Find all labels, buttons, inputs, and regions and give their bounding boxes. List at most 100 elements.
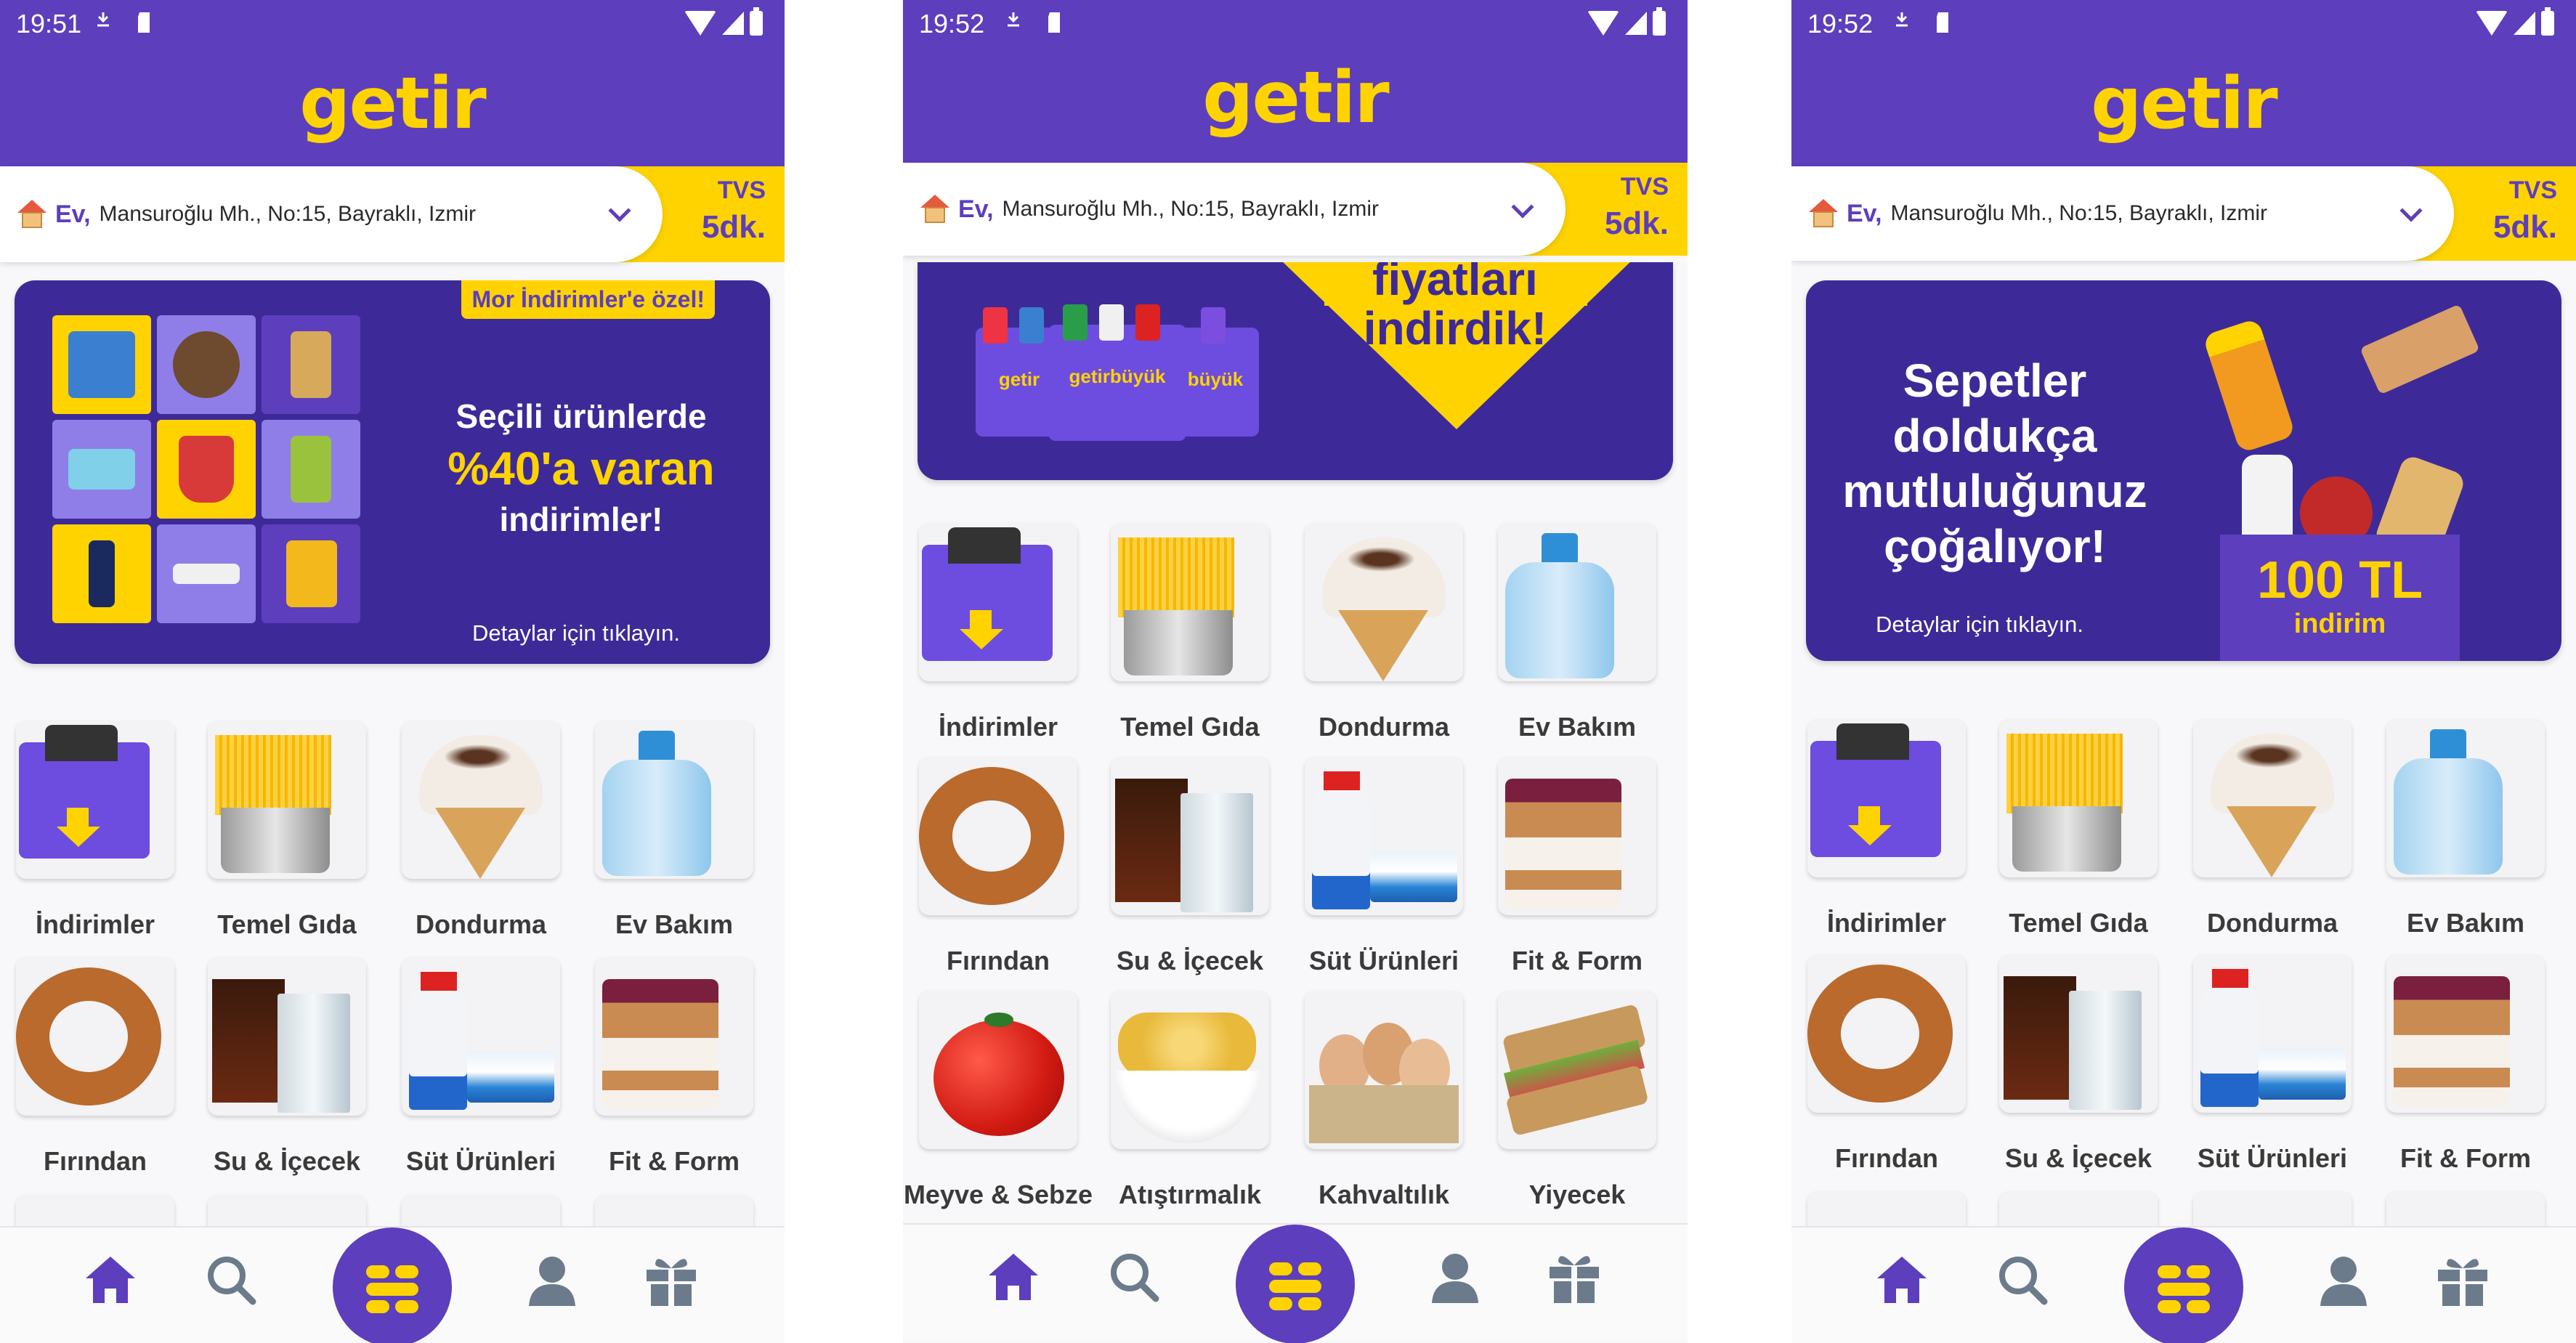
category-tile[interactable] <box>1305 757 1463 915</box>
category-tile[interactable] <box>2193 719 2352 877</box>
sd-card-icon <box>1934 10 1951 33</box>
category-temel-gida[interactable]: Temel Gıda <box>208 721 366 940</box>
category-tile[interactable] <box>16 721 174 879</box>
status-time: 19:52 <box>1807 9 1874 38</box>
category-indirimler[interactable]: İndirimler <box>919 523 1077 742</box>
category-ev-bakim[interactable]: Ev Bakım <box>2386 719 2545 938</box>
category-tile[interactable] <box>1807 719 1966 877</box>
address-selector[interactable]: Ev, Mansuroğlu Mh., No:15, Bayraklı, Izm… <box>903 163 1566 256</box>
category-tile[interactable] <box>1305 991 1463 1149</box>
profile-icon[interactable] <box>523 1251 581 1309</box>
category-tile[interactable] <box>1111 991 1269 1149</box>
category-label: Dondurma <box>416 909 546 939</box>
category-label: Kahvaltılık <box>1318 1180 1450 1209</box>
category-tile[interactable] <box>1111 523 1269 681</box>
category-sut-urunleri[interactable]: Süt Ürünleri <box>402 957 560 1177</box>
category-indirimler[interactable]: İndirimler <box>1807 719 1966 938</box>
category-fit-form[interactable]: Fit & Form <box>595 957 753 1177</box>
category-su-icecek[interactable]: Su & İçecek <box>1111 757 1269 976</box>
search-icon[interactable] <box>1105 1248 1163 1306</box>
category-tile[interactable] <box>919 991 1077 1149</box>
menu-icon <box>1269 1262 1292 1275</box>
category-firindan[interactable]: Fırından <box>919 757 1077 976</box>
category-meyve-sebze[interactable]: Meyve & Sebze <box>904 991 1093 1210</box>
category-ev-bakim[interactable]: Ev Bakım <box>595 721 753 940</box>
product-tile <box>52 315 151 414</box>
category-firindan[interactable]: Fırından <box>1807 954 1966 1174</box>
category-sut-urunleri[interactable]: Süt Ürünleri <box>2193 954 2352 1174</box>
category-tile[interactable] <box>919 757 1077 915</box>
category-kahvaltilik[interactable]: Kahvaltılık <box>1305 991 1463 1210</box>
menu-button[interactable] <box>1236 1225 1355 1343</box>
status-right <box>1587 7 1666 39</box>
category-tile[interactable] <box>1305 523 1463 681</box>
category-temel-gida[interactable]: Temel Gıda <box>1111 523 1269 742</box>
address-line: Mansuroğlu Mh., No:15, Bayraklı, Izmir <box>1890 201 2268 225</box>
promo-line2: %40'a varan <box>447 442 715 495</box>
address-tag: Ev, <box>55 200 91 228</box>
gift-icon[interactable] <box>2434 1251 2492 1309</box>
search-icon[interactable] <box>202 1251 260 1309</box>
address-selector[interactable]: Ev, Mansuroğlu Mh., No:15, Bayraklı, Izm… <box>0 166 663 262</box>
bag-label: getirbüyük <box>1069 365 1166 387</box>
category-tile[interactable] <box>2386 954 2545 1113</box>
bottom-nav <box>1791 1228 2576 1343</box>
category-dondurma[interactable]: Dondurma <box>402 721 560 940</box>
home-icon[interactable] <box>1873 1251 1931 1309</box>
category-tile[interactable] <box>1807 954 1966 1113</box>
menu-button[interactable] <box>333 1228 452 1343</box>
category-atistirmalik[interactable]: Atıştırmalık <box>1111 991 1269 1210</box>
bottom-nav <box>903 1225 1688 1343</box>
category-temel-gida[interactable]: Temel Gıda <box>1999 719 2158 938</box>
profile-icon[interactable] <box>2314 1251 2373 1309</box>
category-tile[interactable] <box>595 721 753 879</box>
chevron-down-icon[interactable] <box>1511 195 1534 219</box>
gift-icon[interactable] <box>642 1251 700 1309</box>
category-su-icecek[interactable]: Su & İçecek <box>1999 954 2158 1174</box>
home-icon[interactable] <box>81 1251 139 1309</box>
profile-icon[interactable] <box>1426 1248 1484 1306</box>
category-tile[interactable] <box>1999 954 2158 1113</box>
chevron-down-icon[interactable] <box>608 199 631 222</box>
category-tile[interactable] <box>1111 757 1269 915</box>
category-tile[interactable] <box>208 721 366 879</box>
category-dondurma[interactable]: Dondurma <box>2193 719 2352 938</box>
category-indirimler[interactable]: İndirimler <box>16 721 174 940</box>
promo-banner[interactable]: Sepetler doldukça mutluluğunuz çoğalıyor… <box>1806 280 2561 661</box>
promo-line1: Seçili ürünlerde <box>455 397 707 435</box>
product-grid <box>52 315 360 623</box>
gift-icon[interactable] <box>1545 1248 1603 1306</box>
category-fit-form[interactable]: Fit & Form <box>2386 954 2545 1174</box>
chevron-down-icon[interactable] <box>2399 199 2423 222</box>
category-ev-bakim[interactable]: Ev Bakım <box>1498 523 1656 742</box>
category-sut-urunleri[interactable]: Süt Ürünleri <box>1305 757 1463 976</box>
category-fit-form[interactable]: Fit & Form <box>1498 757 1656 976</box>
category-tile[interactable] <box>1498 991 1656 1149</box>
category-tile[interactable] <box>16 957 174 1116</box>
category-tile[interactable] <box>1498 757 1656 915</box>
category-tile[interactable] <box>208 957 366 1116</box>
app-header: getir <box>0 46 785 166</box>
promo-banner[interactable]: Mor İndirimler'e özel! Seçili ürünlerde … <box>15 280 770 664</box>
category-tile[interactable] <box>2386 719 2545 877</box>
category-tile[interactable] <box>402 957 560 1116</box>
category-su-icecek[interactable]: Su & İçecek <box>208 957 366 1177</box>
category-tile[interactable] <box>1498 523 1656 681</box>
category-label: Fit & Form <box>2400 1143 2531 1173</box>
category-tile[interactable] <box>595 957 753 1116</box>
category-tile[interactable] <box>2193 954 2352 1113</box>
category-yiyecek[interactable]: Yiyecek <box>1498 991 1656 1210</box>
category-tile[interactable] <box>919 523 1077 681</box>
home-icon[interactable] <box>984 1248 1042 1306</box>
search-icon[interactable] <box>1993 1251 2052 1309</box>
category-tile[interactable] <box>402 721 560 879</box>
menu-button[interactable] <box>2124 1228 2243 1343</box>
product-tile <box>52 524 151 623</box>
category-firindan[interactable]: Fırından <box>16 957 174 1177</box>
status-right <box>2476 7 2554 39</box>
category-dondurma[interactable]: Dondurma <box>1305 523 1463 742</box>
address-selector[interactable]: Ev, Mansuroğlu Mh., No:15, Bayraklı, Izm… <box>1791 166 2454 261</box>
category-tile[interactable] <box>1999 719 2158 877</box>
promo-banner[interactable]: fiyatları indirdik! getir getirbüyük büy… <box>918 262 1673 480</box>
product-item <box>1135 304 1160 341</box>
